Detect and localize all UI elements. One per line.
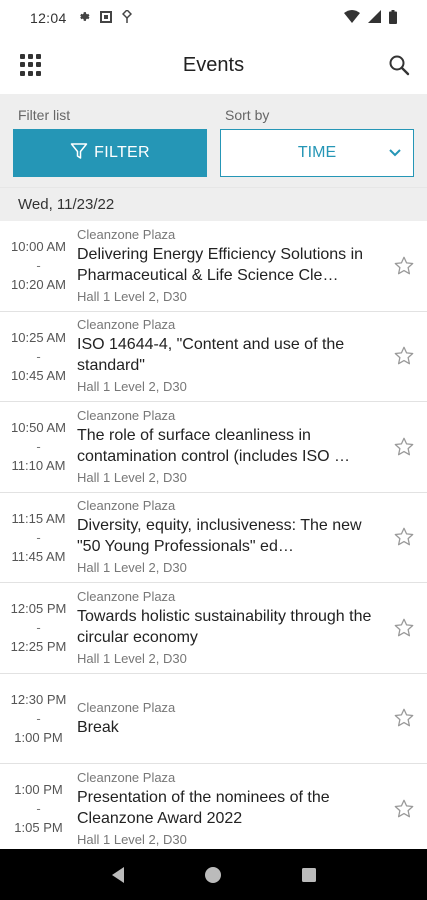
home-icon[interactable] bbox=[193, 855, 233, 895]
search-icon[interactable] bbox=[385, 51, 413, 79]
event-row[interactable]: 11:15 AM - 11:45 AM Cleanzone Plaza Dive… bbox=[0, 492, 427, 583]
gear-icon bbox=[77, 10, 90, 26]
event-end-time: 1:05 PM bbox=[14, 820, 63, 836]
event-details: Cleanzone Plaza The role of surface clea… bbox=[77, 407, 381, 487]
event-start-time: 10:50 AM bbox=[11, 420, 66, 436]
event-end-time: 11:45 AM bbox=[11, 548, 66, 564]
event-start-time: 10:25 AM bbox=[11, 329, 66, 345]
favorite-star-icon[interactable] bbox=[381, 617, 427, 639]
page-title: Events bbox=[182, 53, 245, 76]
favorite-star-icon[interactable] bbox=[381, 526, 427, 548]
event-details: Cleanzone Plaza Delivering Energy Effici… bbox=[77, 226, 381, 306]
filter-sort-panel: Filter list Sort by FILTER TIME bbox=[0, 94, 427, 187]
event-location: Cleanzone Plaza bbox=[77, 226, 176, 242]
event-time-separator: - bbox=[36, 710, 41, 726]
event-title: Towards holistic sustainability through … bbox=[77, 607, 372, 646]
event-row[interactable]: 10:00 AM - 10:20 AM Cleanzone Plaza Deli… bbox=[0, 221, 427, 312]
chevron-down-icon bbox=[387, 144, 403, 165]
recents-icon[interactable] bbox=[289, 855, 329, 895]
event-time-range: 12:05 PM - 12:25 PM bbox=[0, 599, 77, 656]
vpn-key-icon bbox=[121, 8, 132, 26]
event-location: Cleanzone Plaza bbox=[77, 407, 176, 423]
event-start-time: 12:30 PM bbox=[10, 691, 67, 707]
filter-funnel-icon bbox=[70, 142, 88, 165]
event-details: Cleanzone Plaza Diversity, equity, inclu… bbox=[77, 497, 381, 577]
event-time-separator: - bbox=[36, 529, 41, 545]
event-end-time: 11:10 AM bbox=[11, 458, 66, 474]
status-time: 12:04 bbox=[30, 10, 67, 26]
event-list: 10:00 AM - 10:20 AM Cleanzone Plaza Deli… bbox=[0, 221, 427, 855]
event-end-time: 1:00 PM bbox=[14, 729, 63, 745]
event-row[interactable]: 10:50 AM - 11:10 AM Cleanzone Plaza The … bbox=[0, 402, 427, 493]
event-time-separator: - bbox=[36, 801, 41, 817]
event-row[interactable]: 12:30 PM - 1:00 PM Cleanzone Plaza Break bbox=[0, 673, 427, 764]
event-location: Cleanzone Plaza bbox=[77, 317, 176, 333]
event-time-range: 10:50 AM - 11:10 AM bbox=[0, 418, 77, 475]
event-title: Break bbox=[77, 718, 119, 736]
favorite-star-icon[interactable] bbox=[381, 255, 427, 277]
event-title: Delivering Energy Efficiency Solutions i… bbox=[77, 245, 364, 284]
event-end-time: 10:20 AM bbox=[11, 277, 66, 293]
event-room: Hall 1 Level 2, D30 bbox=[77, 288, 187, 304]
event-time-range: 11:15 AM - 11:45 AM bbox=[0, 509, 77, 566]
event-title: ISO 14644-4, "Content and use of the sta… bbox=[77, 336, 345, 375]
event-room: Hall 1 Level 2, D30 bbox=[77, 379, 187, 395]
favorite-star-icon[interactable] bbox=[381, 707, 427, 729]
event-location: Cleanzone Plaza bbox=[77, 699, 176, 715]
event-time-separator: - bbox=[36, 348, 41, 364]
event-details: Cleanzone Plaza ISO 14644-4, "Content an… bbox=[77, 316, 381, 396]
event-title: Diversity, equity, inclusiveness: The ne… bbox=[77, 517, 362, 556]
event-start-time: 12:05 PM bbox=[10, 601, 67, 617]
event-details: Cleanzone Plaza Towards holistic sustain… bbox=[77, 588, 381, 668]
event-time-range: 10:00 AM - 10:20 AM bbox=[0, 237, 77, 294]
event-end-time: 10:45 AM bbox=[11, 367, 66, 383]
sort-select-value: TIME bbox=[297, 144, 337, 161]
app-bar: Events bbox=[0, 36, 427, 94]
event-details: Cleanzone Plaza Break bbox=[77, 699, 381, 738]
event-start-time: 1:00 PM bbox=[14, 782, 63, 798]
signal-icon bbox=[368, 10, 381, 26]
event-location: Cleanzone Plaza bbox=[77, 498, 176, 514]
event-title: Presentation of the nominees of the Clea… bbox=[77, 788, 330, 827]
event-start-time: 10:00 AM bbox=[11, 239, 66, 255]
event-end-time: 12:25 PM bbox=[10, 639, 67, 655]
filter-button-label: FILTER bbox=[94, 144, 150, 161]
favorite-star-icon[interactable] bbox=[381, 345, 427, 367]
event-start-time: 11:15 AM bbox=[11, 510, 66, 526]
event-room: Hall 1 Level 2, D30 bbox=[77, 831, 187, 847]
status-bar: 12:04 bbox=[0, 0, 427, 36]
event-title: The role of surface cleanliness in conta… bbox=[77, 426, 351, 465]
sort-select[interactable]: TIME bbox=[220, 129, 414, 177]
event-time-separator: - bbox=[36, 620, 41, 636]
event-time-range: 10:25 AM - 10:45 AM bbox=[0, 328, 77, 385]
event-location: Cleanzone Plaza bbox=[77, 769, 176, 785]
event-location: Cleanzone Plaza bbox=[77, 588, 176, 604]
battery-icon bbox=[389, 9, 397, 27]
event-row[interactable]: 10:25 AM - 10:45 AM Cleanzone Plaza ISO … bbox=[0, 311, 427, 402]
back-icon[interactable] bbox=[98, 855, 138, 895]
event-room: Hall 1 Level 2, D30 bbox=[77, 560, 187, 576]
event-row[interactable]: 1:00 PM - 1:05 PM Cleanzone Plaza Presen… bbox=[0, 764, 427, 855]
event-time-range: 12:30 PM - 1:00 PM bbox=[0, 690, 77, 747]
event-time-separator: - bbox=[36, 258, 41, 274]
event-row[interactable]: 12:05 PM - 12:25 PM Cleanzone Plaza Towa… bbox=[0, 583, 427, 674]
filter-list-label: Filter list bbox=[18, 107, 71, 123]
event-time-separator: - bbox=[36, 439, 41, 455]
filter-button[interactable]: FILTER bbox=[13, 129, 207, 177]
favorite-star-icon[interactable] bbox=[381, 798, 427, 820]
apps-grid-icon[interactable] bbox=[20, 54, 42, 76]
event-room: Hall 1 Level 2, D30 bbox=[77, 650, 187, 666]
sort-by-label: Sort by bbox=[225, 107, 270, 123]
media-icon bbox=[99, 10, 112, 26]
event-room: Hall 1 Level 2, D30 bbox=[77, 469, 187, 485]
favorite-star-icon[interactable] bbox=[381, 436, 427, 458]
event-details: Cleanzone Plaza Presentation of the nomi… bbox=[77, 769, 381, 849]
system-nav-bar bbox=[0, 849, 427, 900]
wifi-icon bbox=[344, 10, 360, 26]
event-time-range: 1:00 PM - 1:05 PM bbox=[0, 780, 77, 837]
date-section-header: Wed, 11/23/22 bbox=[0, 187, 427, 221]
